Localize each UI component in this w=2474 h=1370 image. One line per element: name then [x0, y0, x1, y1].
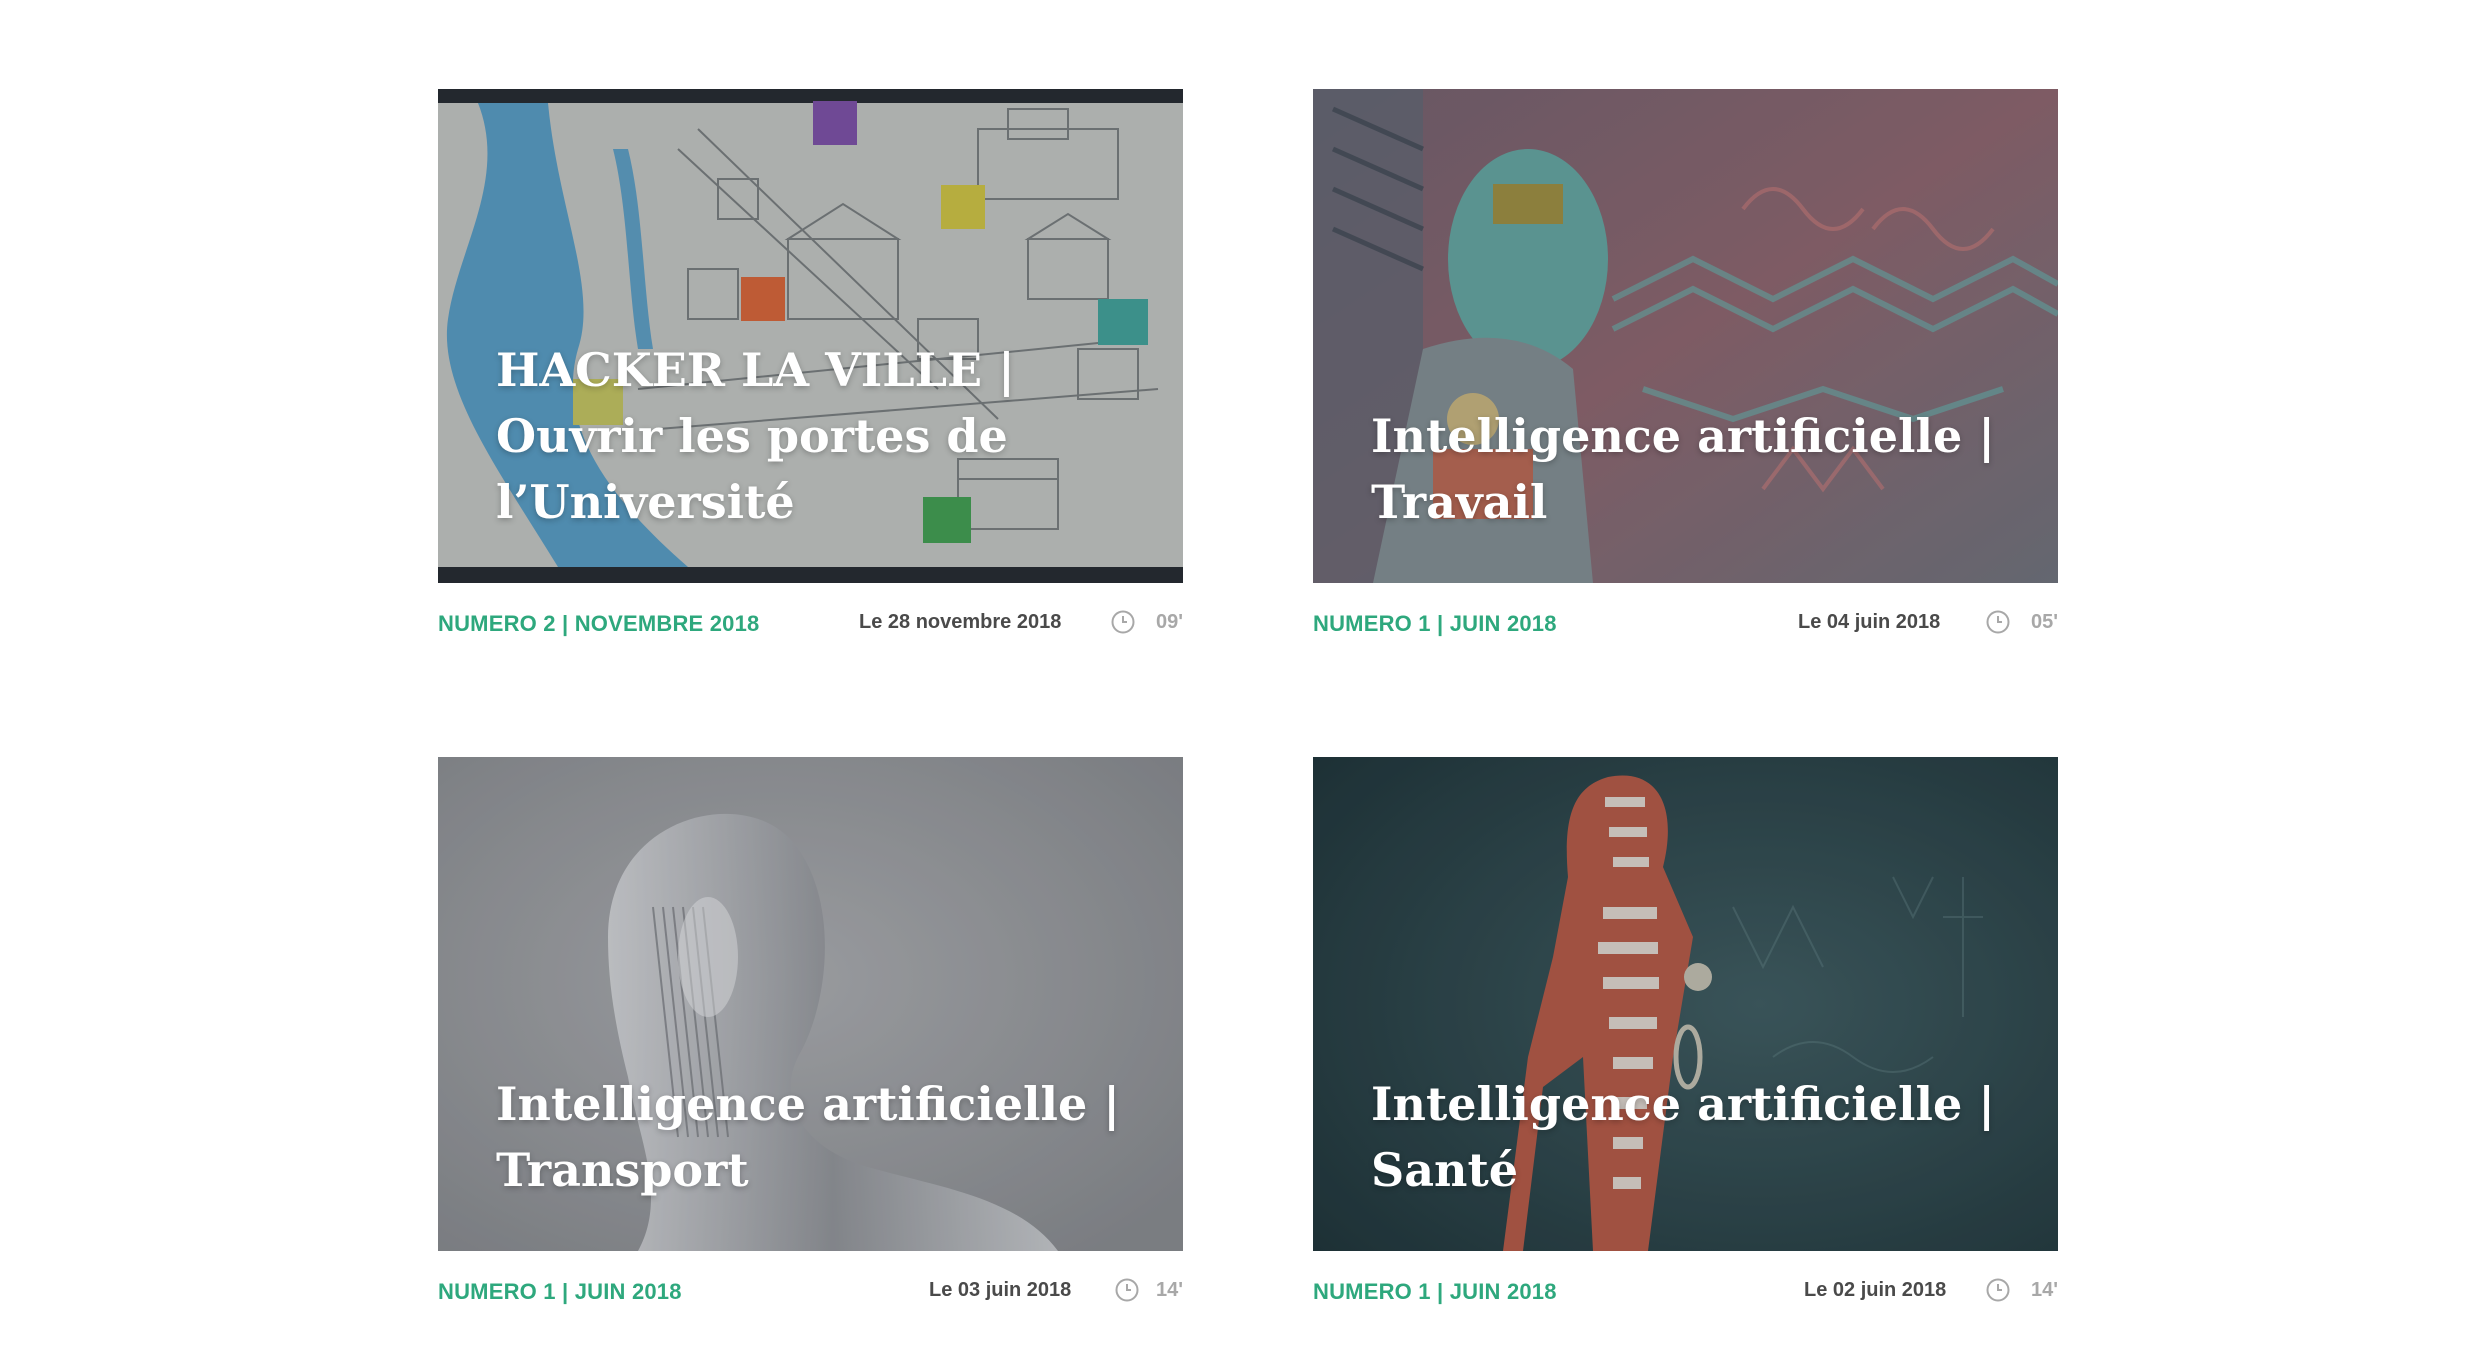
- article-meta: NUMERO 2 | NOVEMBRE 2018 Le 28 novembre …: [438, 609, 1183, 649]
- reading-duration: 14': [1155, 1279, 1183, 1301]
- issue-link[interactable]: NUMERO 1 | JUIN 2018: [438, 1279, 682, 1305]
- issue-link[interactable]: NUMERO 2 | NOVEMBRE 2018: [438, 611, 759, 637]
- article-meta: NUMERO 1 | JUIN 2018 Le 04 juin 2018 05': [1313, 609, 2058, 649]
- article-card[interactable]: Intelligence artificielle | Santé NUMERO…: [1313, 757, 2058, 1317]
- article-title[interactable]: Intelligence artificielle | Transport: [496, 1071, 1143, 1203]
- article-meta: NUMERO 1 | JUIN 2018 Le 02 juin 2018 14': [1313, 1277, 2058, 1317]
- issue-link[interactable]: NUMERO 1 | JUIN 2018: [1313, 611, 1557, 637]
- issue-link[interactable]: NUMERO 1 | JUIN 2018: [1313, 1279, 1557, 1305]
- article-card[interactable]: Intelligence artificielle | Transport NU…: [438, 757, 1183, 1317]
- article-meta: NUMERO 1 | JUIN 2018 Le 03 juin 2018 14': [438, 1277, 1183, 1317]
- article-card[interactable]: Intelligence artificielle | Travail NUME…: [1313, 89, 2058, 649]
- clock-icon: [1986, 1278, 2010, 1302]
- article-title[interactable]: Intelligence artificielle | Travail: [1371, 403, 2018, 535]
- article-thumbnail[interactable]: Intelligence artificielle | Santé: [1313, 757, 2058, 1251]
- article-title[interactable]: Intelligence artificielle | Santé: [1371, 1071, 2018, 1203]
- article-thumbnail[interactable]: Intelligence artificielle | Travail: [1313, 89, 2058, 583]
- clock-icon: [1986, 610, 2010, 634]
- publish-date: Le 02 juin 2018: [1804, 1279, 1947, 1301]
- reading-duration: 05': [2030, 611, 2058, 633]
- reading-duration: 14': [2030, 1279, 2058, 1301]
- publish-date: Le 03 juin 2018: [929, 1279, 1072, 1301]
- clock-icon: [1115, 1278, 1139, 1302]
- clock-icon: [1111, 610, 1135, 634]
- article-thumbnail[interactable]: Intelligence artificielle | Transport: [438, 757, 1183, 1251]
- reading-duration: 09': [1155, 611, 1183, 633]
- publish-date: Le 28 novembre 2018: [859, 611, 1062, 633]
- article-title[interactable]: HACKER LA VILLE | Ouvrir les portes de l…: [496, 337, 1143, 535]
- article-thumbnail[interactable]: HACKER LA VILLE | Ouvrir les portes de l…: [438, 89, 1183, 583]
- article-card[interactable]: HACKER LA VILLE | Ouvrir les portes de l…: [438, 89, 1183, 649]
- publish-date: Le 04 juin 2018: [1798, 611, 1941, 633]
